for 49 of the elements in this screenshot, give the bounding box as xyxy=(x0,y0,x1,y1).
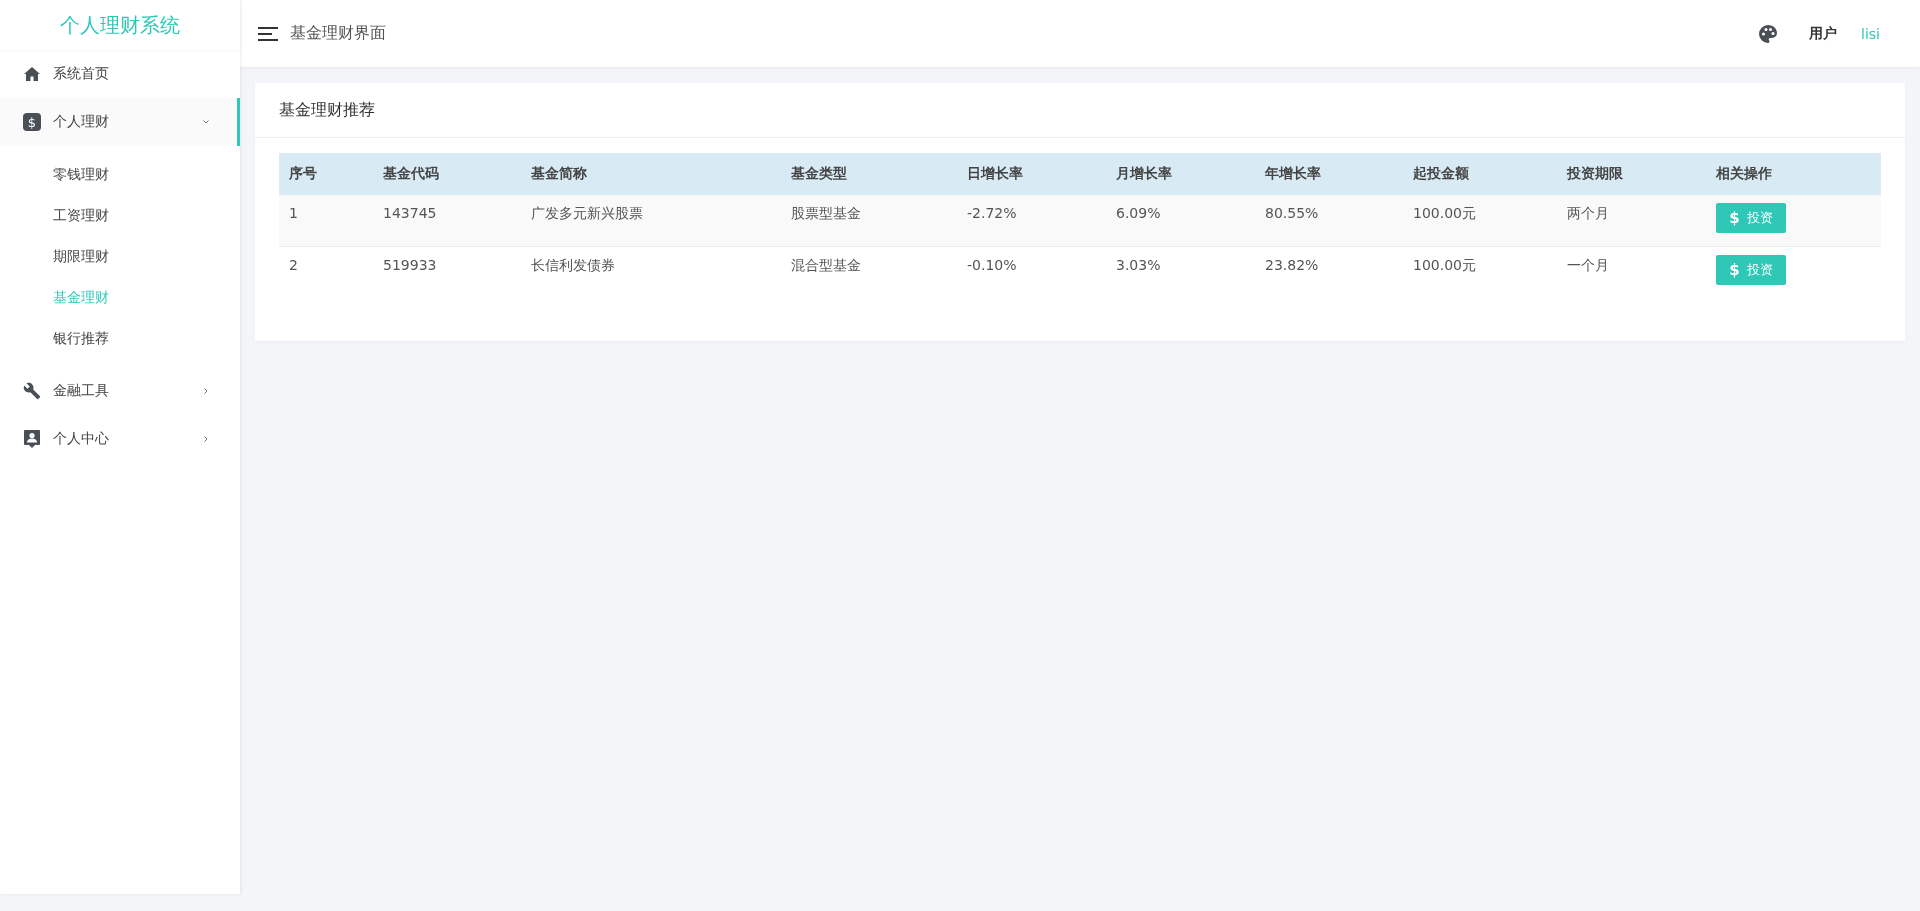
sidebar-item[interactable]: 系统首页 xyxy=(0,50,240,98)
wrench-icon xyxy=(23,382,41,400)
table-cell: 长信利发债券 xyxy=(521,246,781,298)
card-title: 基金理财推荐 xyxy=(279,99,375,121)
page-title: 基金理财界面 xyxy=(290,23,387,44)
column-header: 月增长率 xyxy=(1106,153,1255,195)
table-cell: 混合型基金 xyxy=(781,246,957,298)
table-cell: 143745 xyxy=(373,195,521,247)
table-cell: 519933 xyxy=(373,246,521,298)
table-cell: -2.72% xyxy=(957,195,1106,247)
column-header: 序号 xyxy=(279,153,373,195)
column-header: 起投金额 xyxy=(1403,153,1557,195)
chevron-down-icon xyxy=(202,118,210,126)
column-header: 基金类型 xyxy=(781,153,957,195)
palette-icon[interactable] xyxy=(1759,24,1778,43)
table-cell: 80.55% xyxy=(1255,195,1403,247)
dollar-icon: $ xyxy=(23,113,41,131)
chevron-right-icon xyxy=(202,387,210,395)
table-cell: 6.09% xyxy=(1106,195,1255,247)
sidebar-item[interactable]: 个人中心 xyxy=(0,415,240,463)
column-header: 基金简称 xyxy=(521,153,781,195)
table-cell: 两个月 xyxy=(1557,195,1706,247)
submenu-item[interactable]: 银行推荐 xyxy=(0,318,240,359)
column-header: 基金代码 xyxy=(373,153,521,195)
table-cell: 23.82% xyxy=(1255,246,1403,298)
column-header: 相关操作 xyxy=(1706,153,1881,195)
table-cell: 1 xyxy=(279,195,373,247)
app-title: 个人理财系统 xyxy=(60,11,180,39)
sidebar-item[interactable]: $ 个人理财 xyxy=(0,98,240,146)
submenu-item[interactable]: 工资理财 xyxy=(0,195,240,236)
column-header: 投资期限 xyxy=(1557,153,1706,195)
sidebar-item[interactable]: 金融工具 xyxy=(0,367,240,415)
table-cell: 100.00元 xyxy=(1403,246,1557,298)
chevron-right-icon xyxy=(202,435,210,443)
submenu-item[interactable]: 期限理财 xyxy=(0,236,240,277)
table-cell: 一个月 xyxy=(1557,246,1706,298)
table-cell: 广发多元新兴股票 xyxy=(521,195,781,247)
contact-card-icon xyxy=(24,430,40,448)
user-label: 用户 xyxy=(1809,24,1838,43)
table-cell: 2 xyxy=(279,246,373,298)
submenu-item[interactable]: 零钱理财 xyxy=(0,154,240,195)
table-cell: 3.03% xyxy=(1106,246,1255,298)
table-cell: 100.00元 xyxy=(1403,195,1557,247)
column-header: 年增长率 xyxy=(1255,153,1403,195)
column-header: 日增长率 xyxy=(957,153,1106,195)
table-cell: 股票型基金 xyxy=(781,195,957,247)
home-icon xyxy=(24,67,40,81)
menu-icon[interactable] xyxy=(258,26,278,41)
table-cell: -0.10% xyxy=(957,246,1106,298)
